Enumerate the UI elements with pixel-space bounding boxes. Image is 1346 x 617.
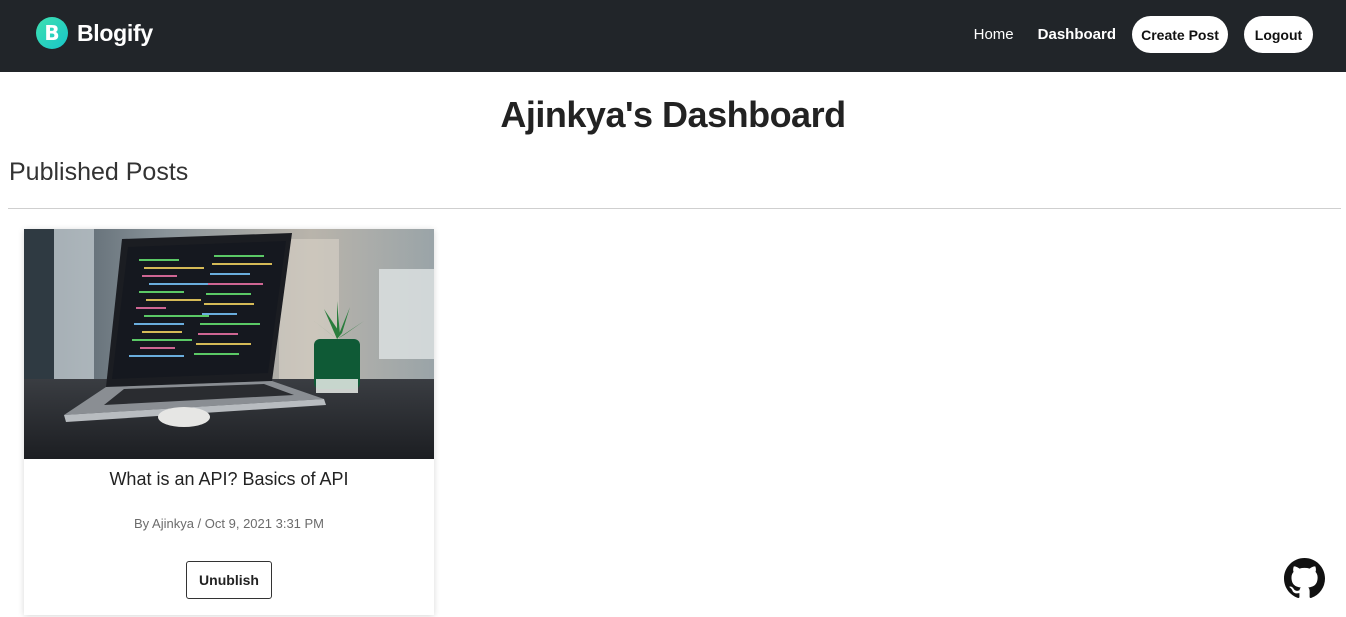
- brand[interactable]: B Blogify: [36, 17, 153, 49]
- logout-button[interactable]: Logout: [1244, 16, 1313, 53]
- section-heading: Published Posts: [9, 158, 189, 186]
- post-image[interactable]: [24, 229, 434, 459]
- nav-link-dashboard[interactable]: Dashboard: [1038, 26, 1116, 43]
- brand-logo-icon: B: [36, 17, 68, 49]
- page-title: Ajinkya's Dashboard: [500, 94, 846, 135]
- unpublish-button[interactable]: Unublish: [186, 561, 272, 599]
- post-title[interactable]: What is an API? Basics of API: [24, 469, 434, 490]
- github-icon[interactable]: [1284, 558, 1325, 599]
- post-card: What is an API? Basics of API By Ajinkya…: [24, 229, 434, 615]
- nav-link-home[interactable]: Home: [974, 26, 1014, 43]
- brand-name: Blogify: [77, 19, 153, 46]
- divider: [8, 208, 1341, 209]
- laptop-code-photo: [24, 229, 434, 459]
- post-meta: By Ajinkya / Oct 9, 2021 3:31 PM: [133, 516, 325, 531]
- navbar: B Blogify Home Dashboard Create Post Log…: [0, 0, 1346, 72]
- create-post-button[interactable]: Create Post: [1132, 16, 1228, 53]
- nav-links: Home Dashboard Create Post Logout: [974, 16, 1313, 53]
